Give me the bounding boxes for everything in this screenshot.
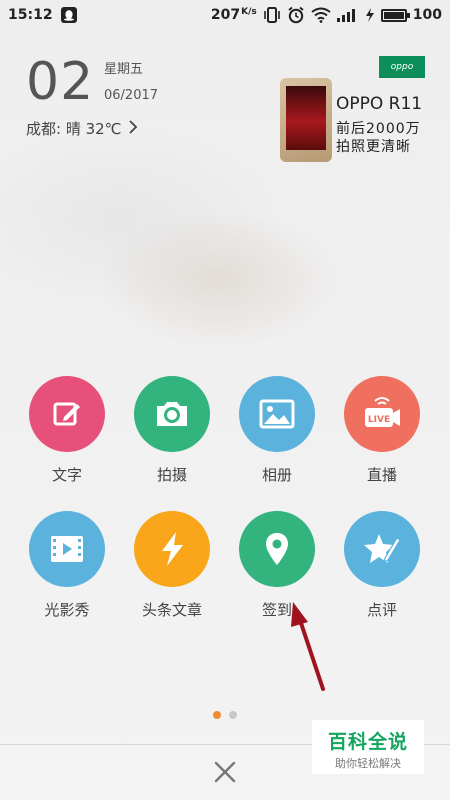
ad-title: OPPO R11: [336, 94, 423, 114]
star-pen-icon: [364, 534, 401, 564]
grid-label: 点评: [366, 601, 397, 619]
grid-item-review[interactable]: 点评: [332, 511, 432, 620]
grid-item-live[interactable]: LIVE 直播: [332, 376, 432, 485]
watermark-sub: 助你轻松解决: [335, 757, 401, 770]
close-button[interactable]: [211, 758, 239, 786]
status-time: 15:12: [8, 7, 53, 23]
phone-image: [280, 78, 332, 162]
page-dot-2[interactable]: [229, 711, 237, 719]
day-number: 02: [26, 52, 95, 112]
grid-label: 直播: [366, 466, 397, 484]
grid-label: 相册: [261, 466, 292, 484]
ad-banner[interactable]: oppo OPPO R11 前后2000万 拍照更清晰: [278, 56, 428, 166]
battery-percent: 100: [412, 7, 442, 23]
grid-item-camera[interactable]: 拍摄: [122, 376, 222, 485]
wifi-icon: [311, 7, 331, 23]
image-icon: [259, 399, 295, 429]
vibrate-icon: [263, 7, 281, 23]
weekday: 星期五: [104, 62, 144, 77]
watermark: 百科全说 助你轻松解决: [312, 720, 424, 774]
page-indicator: [213, 711, 237, 719]
grid-item-album[interactable]: 相册: [227, 376, 327, 485]
signal-icon: [336, 8, 359, 22]
video-icon-circle: [29, 511, 105, 587]
camera-icon-circle: [134, 376, 210, 452]
camera-icon: [157, 402, 187, 426]
weather-link[interactable]: 成都: 晴 32℃: [26, 118, 138, 139]
charging-icon: [365, 8, 375, 22]
chevron-right-icon: [128, 119, 138, 138]
live-icon-circle: LIVE: [344, 376, 420, 452]
edit-icon-circle: [29, 376, 105, 452]
ad-line-2: 拍照更清晰: [336, 139, 411, 155]
net-speed-unit: K/s: [241, 7, 257, 17]
grid-item-lightshow[interactable]: 光影秀: [17, 511, 117, 620]
alarm-icon: [287, 6, 305, 24]
video-icon: [51, 536, 83, 562]
grid-item-text[interactable]: 文字: [17, 376, 117, 485]
grid-label: 头条文章: [141, 601, 202, 619]
annotation-arrow-icon: [291, 602, 325, 691]
edit-icon: [53, 402, 80, 426]
svg-text:LIVE: LIVE: [368, 415, 390, 425]
net-speed: 207 K/s: [210, 7, 257, 23]
grid-label: 文字: [51, 466, 82, 484]
star-pen-icon-circle: [344, 511, 420, 587]
lightning-icon: [162, 532, 183, 566]
close-icon: [214, 761, 236, 783]
grid-item-headline[interactable]: 头条文章: [122, 511, 222, 620]
image-icon-circle: [239, 376, 315, 452]
qq-icon: [60, 7, 77, 23]
date-widget: 02 星期五 06/2017: [26, 52, 158, 112]
battery-icon: [380, 8, 410, 22]
page-dot-1[interactable]: [213, 711, 221, 719]
grid-label: 拍摄: [156, 466, 187, 484]
ad-line-1: 前后2000万: [336, 121, 421, 137]
live-icon: LIVE: [365, 397, 400, 427]
lightning-icon-circle: [134, 511, 210, 587]
weather-text: 成都: 晴 32℃: [26, 120, 122, 138]
location-pin-icon-circle: [239, 511, 315, 587]
location-pin-icon: [266, 533, 288, 565]
month-year: 06/2017: [104, 88, 159, 103]
oppo-logo: oppo: [379, 56, 425, 78]
watermark-main: 百科全说: [327, 731, 408, 753]
battery-fill: [383, 11, 404, 19]
grid-label: 光影秀: [44, 601, 90, 619]
status-bar: 15:12 207 K/s 100: [0, 0, 450, 30]
